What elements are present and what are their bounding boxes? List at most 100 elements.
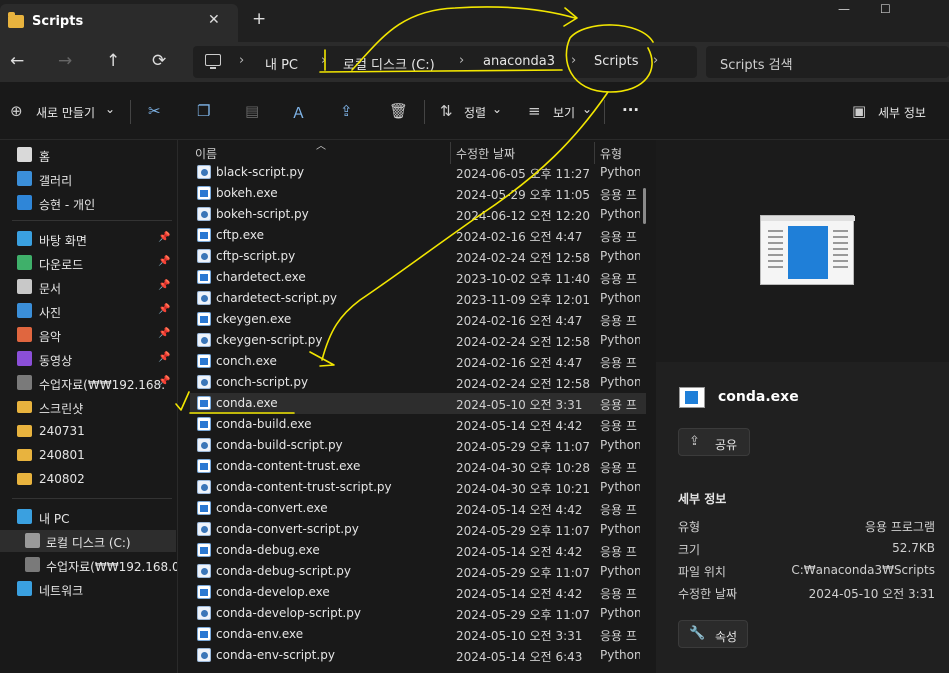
- chevron-right-icon[interactable]: ›: [653, 53, 658, 68]
- sidebar-item[interactable]: 동영상 📌: [0, 348, 176, 370]
- minimize-button[interactable]: —: [838, 2, 850, 16]
- chevron-right-icon[interactable]: ›: [571, 53, 576, 68]
- breadcrumb-item[interactable]: anaconda3: [483, 54, 555, 69]
- file-row[interactable]: conda-develop-script.py 2024-05-29 오후 11:…: [190, 603, 646, 624]
- column-divider[interactable]: [594, 142, 595, 164]
- file-row[interactable]: conda-build-script.py 2024-05-29 오후 11:07…: [190, 435, 646, 456]
- chevron-right-icon[interactable]: ›: [459, 53, 464, 68]
- sidebar-item[interactable]: 승현 - 개인: [0, 192, 176, 214]
- file-row[interactable]: ckeygen.exe 2024-02-16 오전 4:47 응용 프: [190, 309, 646, 330]
- file-row[interactable]: conda-env-script.py 2024-05-14 오전 6:43 Pyt…: [190, 645, 646, 666]
- sidebar-item[interactable]: 240801: [0, 444, 176, 466]
- share-icon[interactable]: ⇪: [340, 102, 353, 120]
- file-row[interactable]: conda-develop.exe 2024-05-14 오전 4:42 응용 프: [190, 582, 646, 603]
- file-row[interactable]: conda-debug.exe 2024-05-14 오전 4:42 응용 프: [190, 540, 646, 561]
- sidebar-item-label: 동영상: [39, 354, 73, 368]
- file-row[interactable]: conda-convert-script.py 2024-05-29 오후 11:…: [190, 519, 646, 540]
- sort-button[interactable]: 정렬: [464, 104, 486, 121]
- file-row[interactable]: conda-content-trust-script.py 2024-04-30 …: [190, 477, 646, 498]
- file-type: 응용 프: [600, 356, 637, 370]
- chevron-right-icon[interactable]: ›: [239, 53, 244, 68]
- column-divider[interactable]: [450, 142, 451, 164]
- breadcrumb-item[interactable]: 내 PC: [265, 54, 298, 73]
- file-row[interactable]: cftp.exe 2024-02-16 오전 4:47 응용 프: [190, 225, 646, 246]
- file-row[interactable]: conch.exe 2024-02-16 오전 4:47 응용 프: [190, 351, 646, 372]
- sidebar-item[interactable]: 로컬 디스크 (C:): [0, 530, 176, 552]
- sidebar-item[interactable]: 음악 📌: [0, 324, 176, 346]
- maximize-button[interactable]: ☐: [880, 2, 891, 16]
- prop-key: 유형: [678, 520, 701, 534]
- python-file-icon: [197, 207, 211, 221]
- file-row[interactable]: chardetect.exe 2023-10-02 오후 11:40 응용 프: [190, 267, 646, 288]
- sidebar-item[interactable]: 240731: [0, 420, 176, 442]
- sidebar-item[interactable]: 스크린샷: [0, 396, 176, 418]
- more-options-button[interactable]: ···: [622, 101, 639, 119]
- sidebar-item[interactable]: 내 PC: [0, 506, 176, 528]
- file-row[interactable]: bokeh.exe 2024-05-29 오후 11:05 응용 프: [190, 183, 646, 204]
- new-tab-button[interactable]: +: [252, 9, 266, 29]
- file-row[interactable]: chardetect-script.py 2023-11-09 오후 12:01 P…: [190, 288, 646, 309]
- file-name: conda-debug.exe: [216, 543, 320, 557]
- search-input[interactable]: Scripts 검색: [706, 46, 949, 78]
- breadcrumb[interactable]: › 내 PC › 로컬 디스크 (C:) › anaconda3 › Scrip…: [193, 46, 697, 78]
- chevron-down-icon[interactable]: ⌄: [492, 102, 502, 116]
- rename-icon[interactable]: Ａ: [291, 102, 306, 123]
- breadcrumb-item[interactable]: Scripts: [594, 54, 638, 69]
- copy-icon[interactable]: ❐: [197, 102, 210, 120]
- chevron-down-icon[interactable]: ⌄: [105, 102, 115, 116]
- sidebar-item[interactable]: 갤러리: [0, 168, 176, 190]
- sidebar-item[interactable]: 수업자료(₩₩192.168.0.: [0, 554, 183, 576]
- file-type: 응용 프: [600, 272, 637, 286]
- view-button[interactable]: 보기: [553, 104, 575, 121]
- sidebar-item[interactable]: 수업자료(₩₩192.168. 📌: [0, 372, 176, 394]
- chevron-right-icon[interactable]: ›: [321, 53, 326, 68]
- sidebar-item[interactable]: 사진 📌: [0, 300, 176, 322]
- file-row[interactable]: conda-debug-script.py 2024-05-29 오후 11:07…: [190, 561, 646, 582]
- sidebar-item[interactable]: 문서 📌: [0, 276, 176, 298]
- sidebar-item[interactable]: 바탕 화면 📌: [0, 228, 176, 250]
- sidebar-item[interactable]: 홈: [0, 144, 176, 166]
- command-bar: ⊕ 새로 만들기 ⌄ ✂ ❐ ▤ Ａ ⇪ 🗑 ⇅ 정렬 ⌄ ≡ 보기 ⌄ ···…: [0, 82, 949, 140]
- refresh-button[interactable]: ⟳: [152, 51, 166, 71]
- file-row[interactable]: ckeygen-script.py 2024-02-24 오전 12:58 Pyth…: [190, 330, 646, 351]
- close-tab-icon[interactable]: ✕: [208, 12, 220, 28]
- file-row[interactable]: black-script.py 2024-06-05 오후 11:27 Python: [190, 162, 646, 183]
- python-file-icon: [197, 606, 211, 620]
- file-row[interactable]: conda-env.exe 2024-05-10 오전 3:31 응용 프: [190, 624, 646, 645]
- forward-button[interactable]: →: [58, 51, 72, 71]
- file-row[interactable]: bokeh-script.py 2024-06-12 오전 12:20 Python: [190, 204, 646, 225]
- sidebar-item[interactable]: 네트워크: [0, 578, 176, 600]
- file-name: conda-convert.exe: [216, 501, 328, 515]
- scrollbar-thumb[interactable]: [643, 188, 646, 224]
- prop-key: 파일 위치: [678, 565, 726, 579]
- file-type: 응용 프: [600, 461, 637, 475]
- file-row[interactable]: cftp-script.py 2024-02-24 오전 12:58 Python: [190, 246, 646, 267]
- share-button[interactable]: ⇪ 공유: [678, 428, 750, 456]
- delete-icon[interactable]: 🗑: [389, 102, 408, 120]
- sidebar-item[interactable]: 240802: [0, 468, 176, 490]
- paste-icon[interactable]: ▤: [245, 102, 259, 120]
- file-row[interactable]: conda.exe 2024-05-10 오전 3:31 응용 프: [190, 393, 646, 414]
- sidebar-item[interactable]: 다운로드 📌: [0, 252, 176, 274]
- file-row[interactable]: conda-content-trust.exe 2024-04-30 오후 10:…: [190, 456, 646, 477]
- new-button[interactable]: 새로 만들기: [36, 104, 95, 121]
- file-date: 2024-02-24 오전 12:58: [456, 377, 591, 391]
- breadcrumb-item[interactable]: 로컬 디스크 (C:): [343, 54, 435, 73]
- file-row[interactable]: conda-build.exe 2024-05-14 오전 4:42 응용 프: [190, 414, 646, 435]
- up-button[interactable]: ↑: [106, 51, 120, 71]
- exe-file-icon: [197, 501, 211, 515]
- divider: [604, 100, 605, 124]
- details-button[interactable]: 세부 정보: [878, 104, 926, 121]
- tab-scripts[interactable]: Scripts ✕: [0, 4, 238, 42]
- file-row[interactable]: conda-convert.exe 2024-05-14 오전 4:42 응용 프: [190, 498, 646, 519]
- file-row[interactable]: conch-script.py 2024-02-24 오전 12:58 Python: [190, 372, 646, 393]
- properties-button[interactable]: 🔧 속성: [678, 620, 748, 648]
- cut-icon[interactable]: ✂: [148, 102, 161, 120]
- back-button[interactable]: ←: [10, 51, 24, 71]
- exe-file-icon: [197, 627, 211, 641]
- python-file-icon: [197, 480, 211, 494]
- file-type: 응용 프: [600, 503, 637, 517]
- file-date: 2024-02-24 오전 12:58: [456, 251, 591, 265]
- file-name: bokeh-script.py: [216, 207, 309, 221]
- chevron-down-icon[interactable]: ⌄: [582, 102, 592, 116]
